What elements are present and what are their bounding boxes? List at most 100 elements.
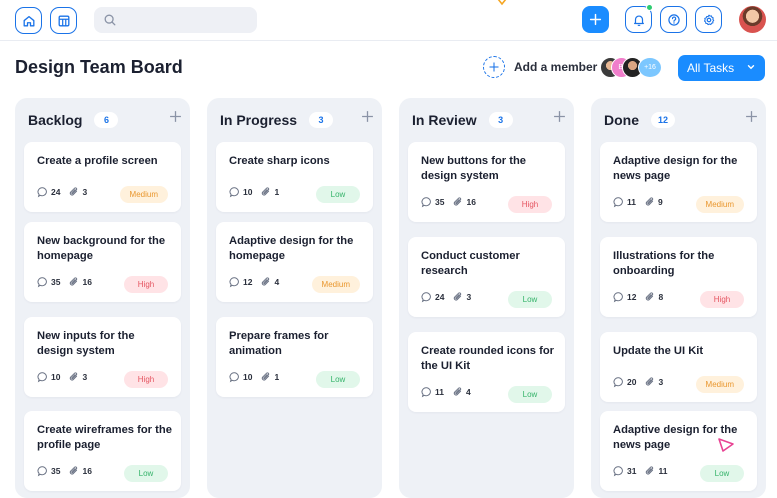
priority-badge: Medium <box>695 196 744 213</box>
task-meta: 35 16 <box>37 276 92 288</box>
priority-badge: High <box>700 291 744 308</box>
user-avatar[interactable] <box>739 6 766 33</box>
comment-count: 10 <box>243 372 253 382</box>
attachment-count: 1 <box>274 187 280 197</box>
task-meta: 20 3 <box>613 376 663 388</box>
task-card[interactable]: Create a profile screen 24 3 Medium <box>24 142 181 212</box>
add-card-icon[interactable] <box>169 110 182 123</box>
task-title: Illustrations for the onboarding <box>613 250 715 277</box>
priority-badge: Low <box>700 465 744 482</box>
help-button[interactable] <box>660 6 687 33</box>
priority-badge: Low <box>316 371 360 388</box>
comment-icon <box>37 466 47 477</box>
task-title: Create rounded icons for the UI Kit <box>421 345 555 372</box>
task-card[interactable]: Create sharp icons 10 1 Low <box>216 142 373 212</box>
task-title: Adaptive design for the news page <box>613 155 738 182</box>
task-title: New inputs for the design system <box>37 330 135 357</box>
task-card[interactable]: Create wireframes for the profile page 35… <box>24 411 181 491</box>
attachment-count: 16 <box>466 197 476 207</box>
task-card[interactable]: Conduct customer research 24 3 Low <box>408 237 565 317</box>
task-card[interactable]: New buttons for the design system 35 16 Hig… <box>408 142 565 222</box>
comment-count: 11 <box>627 197 636 207</box>
comment-icon <box>421 197 431 208</box>
task-meta: 10 1 <box>229 371 279 383</box>
search-bar[interactable] <box>94 7 257 33</box>
comment-count: 12 <box>627 292 637 302</box>
top-bar <box>0 0 777 41</box>
task-card[interactable]: Adaptive design for the news page 11 9 Medi… <box>600 142 757 222</box>
attachment-icon <box>262 187 270 196</box>
priority-badge: Medium <box>311 276 360 293</box>
task-title: Create a profile screen <box>37 155 158 167</box>
comment-icon <box>229 277 239 288</box>
comment-icon <box>421 387 431 398</box>
create-button[interactable] <box>582 6 609 33</box>
add-card-icon[interactable] <box>553 110 566 123</box>
task-card[interactable]: Illustrations for the onboarding 12 8 High <box>600 237 757 317</box>
priority-badge: High <box>508 196 552 213</box>
task-card[interactable]: Update the UI Kit 20 3 Medium <box>600 332 757 402</box>
add-card-icon[interactable] <box>745 110 758 123</box>
search-input[interactable] <box>124 11 249 29</box>
priority-badge: High <box>124 371 168 388</box>
task-title: New buttons for the design system <box>421 155 527 182</box>
task-meta: 24 3 <box>37 186 87 198</box>
priority-badge: Medium <box>119 186 168 203</box>
comment-icon <box>37 277 47 288</box>
home-button[interactable] <box>15 7 42 34</box>
task-meta: 10 3 <box>37 371 87 383</box>
comment-count: 35 <box>51 277 61 287</box>
column-title: Backlog <box>28 112 83 128</box>
task-title: Create wireframes for the profile page <box>37 424 172 451</box>
comment-icon <box>229 187 239 198</box>
comment-icon <box>613 292 623 303</box>
comment-icon <box>613 377 623 388</box>
comment-count: 35 <box>51 466 61 476</box>
task-title: New background for the homepage <box>37 235 166 262</box>
comment-count: 12 <box>243 277 253 287</box>
home-icon <box>23 15 34 26</box>
attachment-count: 16 <box>82 277 92 287</box>
attachment-count: 4 <box>466 387 471 397</box>
task-meta: 10 1 <box>229 186 279 198</box>
attachment-icon <box>70 277 78 286</box>
task-title: Adaptive design for the homepage <box>229 235 354 262</box>
task-card[interactable]: New background for the homepage 35 16 High <box>24 222 181 302</box>
notifications-button[interactable] <box>625 4 653 33</box>
comment-count: 35 <box>435 197 445 207</box>
member-avatars[interactable]: Bl +16 <box>600 57 662 78</box>
comment-count: 24 <box>435 292 445 302</box>
add-card-icon[interactable] <box>361 110 374 123</box>
column-header: In Progress 3 <box>220 112 334 128</box>
all-tasks-label: All Tasks <box>687 61 735 75</box>
column-count-badge: 6 <box>94 112 119 128</box>
task-card[interactable]: Prepare frames for animation 10 1 Low <box>216 317 373 397</box>
all-tasks-dropdown[interactable]: All Tasks <box>678 55 765 81</box>
notification-dot <box>646 4 653 11</box>
search-icon <box>104 14 116 26</box>
comment-icon <box>613 197 623 208</box>
attachment-count: 3 <box>466 292 472 302</box>
attachment-icon <box>453 387 462 396</box>
chevron-down-icon <box>747 65 755 70</box>
task-card[interactable]: Adaptive design for the homepage 12 4 Mediu… <box>216 222 373 302</box>
task-meta: 11 4 <box>421 386 471 398</box>
help-icon <box>667 13 680 26</box>
board-button[interactable] <box>50 7 77 34</box>
add-member-button[interactable]: Add a member <box>483 56 597 78</box>
priority-badge: Low <box>124 465 168 482</box>
task-card[interactable]: Create rounded icons for the UI Kit 11 4 Lo… <box>408 332 565 412</box>
add-member-label: Add a member <box>514 60 598 74</box>
decorative-triangle-icon <box>497 0 507 6</box>
attachment-icon <box>454 197 462 206</box>
attachment-icon <box>70 187 78 196</box>
board-icon <box>58 15 69 26</box>
column-done: Done 12 Adaptive design for the news page 1… <box>591 98 766 498</box>
priority-badge: Low <box>508 291 552 308</box>
comment-count: 11 <box>435 387 444 397</box>
task-card[interactable]: New inputs for the design system 10 3 High <box>24 317 181 397</box>
attachment-icon <box>70 372 78 381</box>
task-meta: 11 9 <box>613 196 663 208</box>
settings-button[interactable] <box>695 6 722 33</box>
comment-count: 10 <box>243 187 253 197</box>
